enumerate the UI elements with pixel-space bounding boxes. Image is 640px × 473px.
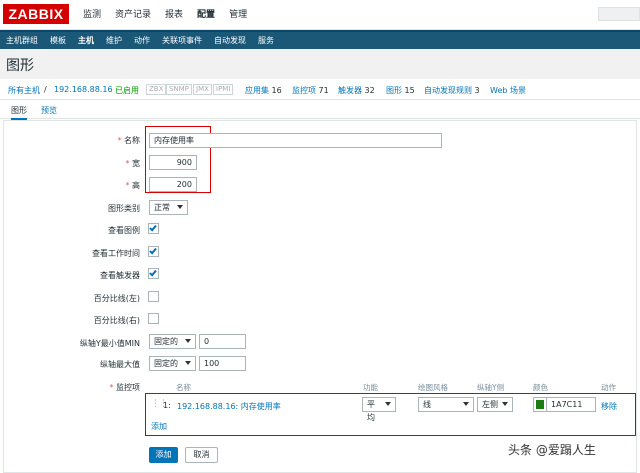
ymin-label: 纵轴Y最小值MIN: [79, 339, 140, 348]
item-index: 1:: [163, 401, 171, 410]
breadcrumb-items[interactable]: 监控项 71: [292, 85, 329, 96]
item-draw-style-select[interactable]: 线: [418, 397, 474, 412]
page-title: 图形: [6, 58, 34, 74]
name-input[interactable]: 内存使用率: [149, 133, 442, 148]
sub-menu-correlation[interactable]: 关联项事件: [156, 32, 208, 49]
items-header-draw-style: 绘图风格: [418, 383, 448, 392]
ymax-input[interactable]: 100: [199, 356, 246, 371]
breadcrumb-host[interactable]: 192.168.88.16: [54, 85, 113, 94]
badge-zbx: ZBX: [146, 84, 167, 95]
ymax-type-select[interactable]: 固定的: [149, 356, 196, 371]
breadcrumb-triggers[interactable]: 触发器 32: [338, 85, 375, 96]
main-menu-monitoring[interactable]: 监测: [76, 0, 108, 30]
add-button[interactable]: 添加: [149, 447, 178, 463]
breadcrumb-discovery-rules[interactable]: 自动发现规则 3: [424, 85, 480, 96]
percentile-left-checkbox[interactable]: [148, 291, 159, 302]
checkmark-icon: [149, 268, 157, 277]
checkmark-icon: [149, 246, 157, 255]
tab-preview[interactable]: 预览: [41, 105, 57, 116]
breadcrumb-web-scenarios[interactable]: Web 场景: [490, 85, 526, 96]
main-menu-inventory[interactable]: 资产记录: [108, 0, 158, 30]
tabs-bar: [0, 101, 640, 119]
main-menu-administration[interactable]: 管理: [222, 0, 254, 30]
sub-menu-discovery[interactable]: 自动发现: [208, 32, 252, 49]
tab-graph[interactable]: 图形: [11, 105, 27, 120]
items-label: * 监控项: [109, 383, 140, 392]
percentile-left-label: 百分比线(左): [93, 294, 140, 303]
show-legend-checkbox[interactable]: [148, 223, 159, 234]
sub-menu-maintenance[interactable]: 维护: [100, 32, 128, 49]
badge-snmp: SNMP: [166, 84, 192, 95]
cancel-button[interactable]: 取消: [185, 447, 218, 463]
percentile-right-checkbox[interactable]: [148, 313, 159, 324]
width-input[interactable]: 900: [149, 155, 197, 170]
sub-menu-templates[interactable]: 模板: [44, 32, 72, 49]
breadcrumb-separator: /: [44, 85, 47, 94]
ymin-type-select[interactable]: 固定的: [149, 334, 196, 349]
checkmark-icon: [149, 223, 157, 232]
top-bar: ZABBIX 监测 资产记录 报表 配置 管理: [0, 0, 640, 30]
breadcrumb-applications[interactable]: 应用集 16: [245, 85, 282, 96]
show-legend-label: 查看图例: [108, 226, 140, 235]
sub-menu-host-groups[interactable]: 主机群组: [0, 32, 44, 49]
color-picker-button[interactable]: [533, 397, 547, 412]
items-header-action: 动作: [601, 383, 616, 392]
height-input[interactable]: 200: [149, 177, 197, 192]
badge-jmx: JMX: [193, 84, 212, 95]
sub-menu: 主机群组 模板 主机 维护 动作 关联项事件 自动发现 服务: [0, 30, 640, 49]
main-menu-configuration[interactable]: 配置: [190, 0, 222, 30]
show-triggers-label: 查看触发器: [100, 271, 140, 280]
watermark: 头条 @爱蹋人生: [508, 443, 596, 457]
height-label: * 高: [125, 181, 140, 190]
show-work-period-checkbox[interactable]: [148, 246, 159, 257]
host-status[interactable]: 已启用: [115, 85, 139, 96]
show-work-period-label: 查看工作时间: [92, 249, 140, 258]
sub-menu-actions[interactable]: 动作: [128, 32, 156, 49]
width-label: * 宽: [125, 159, 140, 168]
percentile-right-label: 百分比线(右): [93, 316, 140, 325]
search-input[interactable]: [598, 7, 640, 21]
graph-type-select[interactable]: 正常: [149, 200, 188, 215]
add-item-link[interactable]: 添加: [151, 421, 167, 432]
main-menu: 监测 资产记录 报表 配置 管理: [76, 0, 254, 30]
color-swatch: [536, 400, 544, 409]
badge-ipmi: IPMI: [213, 84, 234, 95]
items-header-y-axis-side: 纵轴Y侧: [477, 383, 505, 392]
breadcrumb: 所有主机 / 192.168.88.16 已启用 应用集 16 监控项 71 触…: [0, 79, 640, 100]
items-header-color: 颜色: [533, 383, 548, 392]
sub-menu-services[interactable]: 服务: [252, 32, 280, 49]
breadcrumb-graphs[interactable]: 图形 15: [386, 85, 415, 96]
items-header-function: 功能: [363, 383, 378, 392]
item-color-input[interactable]: 1A7C11: [546, 397, 596, 412]
page-header: [0, 49, 640, 79]
item-y-axis-side-select[interactable]: 左侧: [477, 397, 513, 412]
main-menu-reports[interactable]: 报表: [158, 0, 190, 30]
item-function-select[interactable]: 平均: [362, 397, 396, 422]
breadcrumb-all-hosts[interactable]: 所有主机: [8, 85, 40, 96]
show-triggers-checkbox[interactable]: [148, 268, 159, 279]
ymax-label: 纵轴最大值: [100, 360, 140, 369]
item-name-link[interactable]: 192.168.88.16: 内存使用率: [177, 401, 281, 412]
zabbix-logo[interactable]: ZABBIX: [3, 4, 69, 24]
name-label: * 名称: [117, 136, 140, 145]
items-header-name: 名称: [176, 383, 191, 392]
item-remove-link[interactable]: 移除: [601, 401, 617, 412]
ymin-input[interactable]: 0: [199, 334, 246, 349]
sub-menu-hosts[interactable]: 主机: [72, 32, 100, 49]
graph-type-label: 图形类别: [108, 204, 140, 213]
